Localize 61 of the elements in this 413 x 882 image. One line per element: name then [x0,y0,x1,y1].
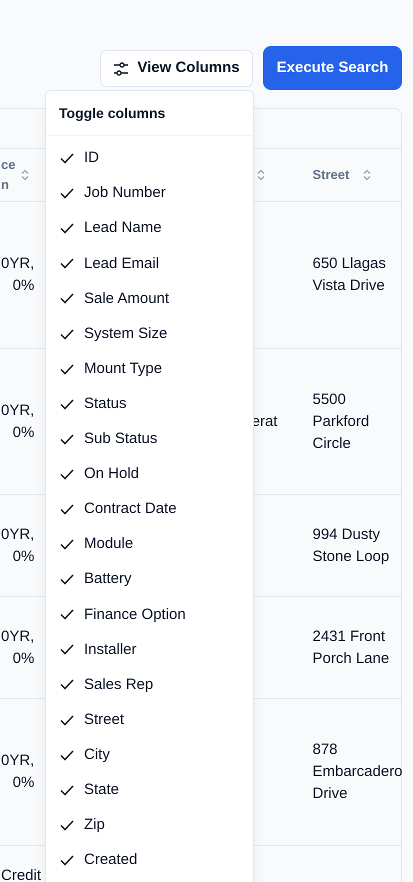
sliders-icon [113,60,130,76]
menu-item[interactable]: On Hold [46,456,253,492]
table-cell-text: 0YR, 0% [1,400,34,442]
check-icon [60,364,74,375]
table-cell-text: 994 Dusty Stone Loop [312,524,390,566]
menu-item[interactable]: System Size [46,316,253,352]
check-icon [60,223,74,234]
column-header: ce n [1,156,15,194]
execute-search-button[interactable]: Execute Search [263,46,402,90]
check-icon [60,153,74,164]
check-icon [60,539,74,550]
check-icon [60,434,74,445]
menu-item[interactable]: Zip [46,808,253,843]
table-cell-text: 0YR, 0% [1,524,34,566]
check-icon [60,854,74,866]
menu-item[interactable]: Lead Email [46,246,253,282]
menu-item[interactable]: State [46,772,253,808]
menu-item[interactable]: Street [46,702,253,738]
menu-item[interactable]: Installer [46,632,253,668]
menu-item[interactable]: Module [46,527,253,562]
table-cell-text: 0YR, 0% [1,254,34,296]
check-icon [60,644,74,656]
table-cell-text: Credit [1,866,42,882]
check-icon [60,714,74,726]
column-header: Street [312,166,350,184]
menu-item[interactable]: Created [46,842,253,878]
table-cell-text: 5500 Parkford Circle [312,390,370,454]
menu-item[interactable]: Finance Option [46,597,253,632]
menu-item[interactable]: Sub Status [46,422,253,457]
check-icon [60,750,74,761]
menu-item[interactable]: Sale Amount [46,281,253,316]
check-icon [60,293,74,304]
table-cell-text: 0YR, 0% [1,626,34,668]
menu-item[interactable]: ID [46,141,253,176]
table-cell-text: 2431 Front Porch Lane [312,626,390,668]
table-cell-text: 0YR, 0% [1,751,34,793]
check-icon [60,328,74,340]
menu-item[interactable]: Status [46,386,253,422]
check-icon [60,679,74,690]
check-icon [60,574,74,586]
check-icon [60,784,74,796]
check-icon [60,609,74,620]
sort-icon[interactable] [363,169,372,181]
menu-item[interactable]: City [46,738,253,773]
menu-item[interactable]: Sales Rep [46,667,253,702]
check-icon [60,504,74,515]
table-cell-text: 650 Llagas Vista Drive [312,254,387,296]
check-icon [60,468,74,480]
menu-item[interactable]: Lead Name [46,211,253,246]
menu-item[interactable]: Job Number [46,176,253,212]
menu-item[interactable]: Mount Type [46,352,253,387]
check-icon [60,188,74,200]
menu-item[interactable]: Contract Date [46,492,253,528]
menu-title: Toggle columns [59,104,166,123]
sort-icon[interactable] [21,169,29,181]
menu-item[interactable]: Battery [46,562,253,598]
check-icon [60,820,74,831]
view-columns-button[interactable]: View Columns [100,50,253,87]
check-icon [60,398,74,410]
sort-icon[interactable] [256,169,264,181]
check-icon [60,258,74,270]
